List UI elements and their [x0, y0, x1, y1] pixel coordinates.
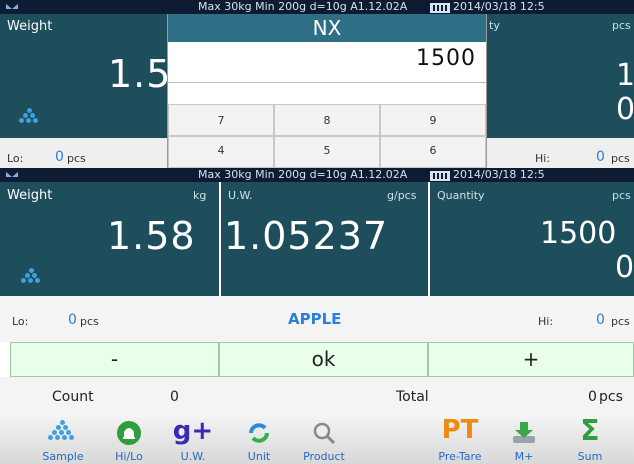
weight-value: 1.5 [108, 52, 172, 96]
weight-label: Weight [7, 19, 53, 34]
lo-value: 0 [55, 149, 64, 165]
weight-label: Weight [7, 188, 53, 203]
quantity-label: Quantity [437, 189, 485, 202]
sample-icon [48, 420, 76, 442]
quantity-unit: pcs [612, 19, 631, 32]
product-button[interactable]: Product [294, 418, 354, 464]
entry-value: 1500 [416, 46, 476, 71]
status-info: Max 30kg Min 200g d=10g A1.12.02A [198, 168, 408, 181]
quantity-panel: Quantity pcs 1500 0 [430, 182, 634, 296]
minus-button[interactable]: - [10, 342, 219, 377]
entry-field[interactable]: 1500 [168, 42, 486, 83]
ok-button[interactable]: ok [219, 342, 428, 377]
mplus-button[interactable]: M+ [494, 418, 554, 464]
lo-unit: pcs [67, 152, 86, 165]
quantity-value: 1500 [540, 216, 617, 251]
plus-button[interactable]: + [428, 342, 634, 377]
key-9[interactable]: 9 [380, 104, 486, 136]
hi-value: 0 [596, 312, 605, 328]
weight-unit: kg [193, 189, 207, 202]
stack-icon [18, 108, 42, 126]
unit-weight-panel: U.W. g/pcs 1.05237 [221, 182, 428, 296]
count-label: Count [52, 389, 94, 405]
quantity-unit: pcs [612, 189, 631, 202]
mplus-label: M+ [514, 450, 534, 463]
key-6[interactable]: 6 [380, 136, 486, 168]
uw-button-label: U.W. [180, 450, 206, 463]
quantity-value-2: 0 [615, 250, 634, 285]
key-7[interactable]: 7 [168, 104, 274, 136]
refresh-icon [249, 423, 269, 443]
product-name[interactable]: APPLE [288, 310, 341, 328]
unit-button[interactable]: Unit [229, 418, 289, 464]
nx-keypad-dialog: NX 1500 7 8 9 4 5 6 [167, 14, 487, 168]
total-unit: pcs [599, 389, 623, 405]
summary-row: Count 0 Total 0 pcs [0, 377, 634, 418]
count-value: 0 [170, 389, 179, 405]
pretare-button[interactable]: PT Pre-Tare [430, 415, 490, 464]
uw-button[interactable]: g+ U.W. [163, 416, 223, 464]
lo-label: Lo: [12, 315, 29, 328]
status-datetime: 2014/03/18 12:5 [453, 168, 545, 181]
hi-label: Hi: [538, 315, 554, 328]
status-info: Max 30kg Min 200g d=10g A1.12.02A [198, 0, 408, 13]
signal-icon [6, 172, 18, 177]
sample-label: Sample [42, 450, 84, 463]
sum-button[interactable]: Σ Sum [560, 414, 620, 464]
bell-icon [117, 421, 141, 445]
weight-panel: Weight kg 1.58 [0, 182, 219, 296]
pretare-label: Pre-Tare [438, 450, 482, 463]
hi-unit: pcs [611, 315, 630, 328]
lo-unit: pcs [80, 315, 99, 328]
uw-label: U.W. [228, 189, 253, 202]
hilo-button[interactable]: Hi/Lo [99, 418, 159, 464]
key-4[interactable]: 4 [168, 136, 274, 168]
status-datetime: 2014/03/18 12:5 [453, 0, 545, 13]
uw-unit: g/pcs [387, 189, 417, 202]
uw-value: 1.05237 [224, 214, 389, 258]
lo-value: 0 [68, 312, 77, 328]
download-icon [513, 422, 535, 443]
key-5[interactable]: 5 [274, 136, 380, 168]
total-label: Total [396, 389, 429, 405]
quantity-label: ty [489, 19, 500, 32]
status-bar: Max 30kg Min 200g d=10g A1.12.02A 2014/0… [0, 168, 634, 182]
hi-label: Hi: [535, 152, 551, 165]
product-label: Product [303, 450, 345, 463]
battery-icon [430, 171, 450, 181]
action-buttons: - ok + [10, 342, 634, 377]
sum-label: Sum [577, 450, 603, 463]
hilo-label: Hi/Lo [115, 450, 143, 463]
lo-hi-row: Lo: 0 pcs APPLE Hi: 0 pcs [0, 296, 634, 342]
magnifier-icon [313, 422, 336, 445]
weight-value: 1.58 [107, 214, 196, 258]
sample-button[interactable]: Sample [33, 418, 93, 464]
quantity-value: 1 [616, 58, 634, 93]
hi-unit: pcs [611, 152, 630, 165]
sigma-icon: Σ [580, 414, 600, 447]
key-8[interactable]: 8 [274, 104, 380, 136]
gplus-icon: g+ [172, 416, 214, 446]
dialog-title: NX [168, 14, 486, 42]
stack-icon [20, 268, 44, 286]
battery-icon [430, 3, 450, 13]
signal-icon [6, 4, 18, 9]
bottom-toolbar: Sample Hi/Lo g+ U.W. Unit Product PT Pre… [0, 414, 634, 464]
lo-label: Lo: [7, 152, 24, 165]
quantity-value-2: 0 [616, 92, 634, 127]
status-bar-top: Max 30kg Min 200g d=10g A1.12.02A 2014/0… [0, 0, 634, 14]
quantity-panel-top: ty pcs 1 0 [487, 14, 634, 138]
total-value: 0 [588, 389, 597, 405]
hi-value: 0 [596, 149, 605, 165]
pt-icon: PT [441, 415, 479, 445]
unit-label: Unit [247, 450, 271, 463]
weight-panel-top: Weight 1.5 [0, 14, 170, 138]
